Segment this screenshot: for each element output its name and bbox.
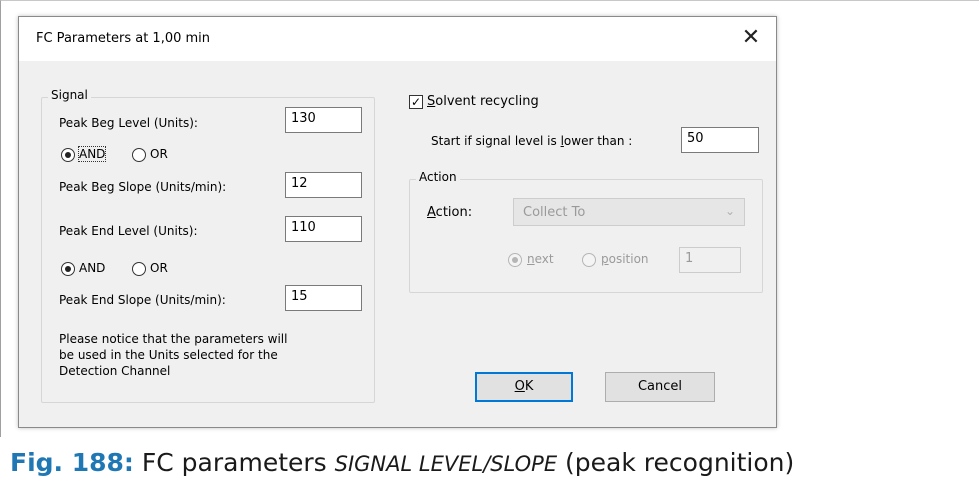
- ok-button[interactable]: OK: [475, 372, 573, 402]
- next-label-accel: n: [527, 252, 535, 266]
- peak-beg-slope-input[interactable]: 12: [285, 172, 362, 198]
- peak-beg-level-input[interactable]: 130: [285, 107, 362, 133]
- position-label-rest: osition: [608, 252, 649, 266]
- position-label: position: [601, 252, 649, 266]
- title-bar: FC Parameters at 1,00 min ✕: [19, 17, 776, 61]
- position-label-accel: p: [601, 252, 609, 266]
- solvent-recycling-checkbox[interactable]: ✓: [409, 95, 423, 109]
- logic1-and-radio[interactable]: [61, 148, 75, 162]
- cancel-button[interactable]: Cancel: [605, 372, 715, 402]
- notice-line-1: Please notice that the parameters will: [59, 332, 288, 346]
- peak-end-level-input[interactable]: 110: [285, 216, 362, 242]
- start-label-a: Start if signal level is: [431, 134, 561, 148]
- action-group-label: Action: [416, 170, 460, 184]
- peak-end-slope-label: Peak End Slope (Units/min):: [59, 293, 226, 307]
- action-label: Action:: [427, 205, 472, 220]
- figure-number: Fig. 188:: [10, 448, 134, 477]
- chevron-down-icon: ⌄: [724, 204, 735, 218]
- next-label: next: [527, 252, 554, 266]
- caption-suffix: (peak recognition): [557, 448, 795, 477]
- peak-end-slope-input[interactable]: 15: [285, 285, 362, 311]
- fc-parameters-dialog: FC Parameters at 1,00 min ✕ Signal Peak …: [18, 16, 777, 428]
- action-label-accel: A: [427, 205, 436, 220]
- action-combobox[interactable]: Collect To ⌄: [513, 198, 745, 226]
- action-label-rest: ction:: [435, 205, 473, 220]
- start-threshold-label: Start if signal level is lower than :: [431, 134, 632, 148]
- logic2-and-radio[interactable]: [61, 262, 75, 276]
- logic1-or-label: OR: [150, 147, 168, 161]
- notice-line-3: Detection Channel: [59, 364, 171, 378]
- caption-italic: SIGNAL LEVEL/SLOPE: [334, 452, 558, 476]
- logic1-and-label: AND: [77, 146, 107, 162]
- logic2-or-radio[interactable]: [132, 262, 146, 276]
- peak-end-level-label: Peak End Level (Units):: [59, 224, 198, 238]
- start-threshold-input[interactable]: 50: [681, 127, 759, 153]
- solvent-recycling-label: Solvent recycling: [427, 94, 539, 109]
- logic2-and-label: AND: [79, 261, 106, 275]
- next-radio[interactable]: [508, 253, 522, 267]
- action-group: [409, 179, 763, 293]
- start-label-b: ower than :: [563, 134, 633, 148]
- next-label-rest: ext: [534, 252, 554, 266]
- figure-caption: Fig. 188: FC parameters SIGNAL LEVEL/SLO…: [10, 448, 794, 477]
- close-icon[interactable]: ✕: [740, 27, 762, 49]
- solvent-recycling-rest: olvent recycling: [435, 94, 539, 109]
- peak-beg-level-label: Peak Beg Level (Units):: [59, 116, 198, 130]
- logic2-or-label: OR: [150, 261, 168, 275]
- logic1-or-radio[interactable]: [132, 148, 146, 162]
- peak-beg-slope-label: Peak Beg Slope (Units/min):: [59, 180, 227, 194]
- ok-rest: K: [524, 379, 534, 394]
- caption-text: FC parameters: [141, 448, 335, 477]
- position-input[interactable]: 1: [679, 247, 741, 273]
- action-combobox-value: Collect To: [523, 205, 586, 220]
- ok-accel: O: [514, 379, 525, 394]
- notice-line-2: be used in the Units selected for the: [59, 348, 278, 362]
- position-radio[interactable]: [582, 253, 596, 267]
- signal-group-label: Signal: [48, 88, 91, 102]
- dialog-title: FC Parameters at 1,00 min: [36, 31, 211, 46]
